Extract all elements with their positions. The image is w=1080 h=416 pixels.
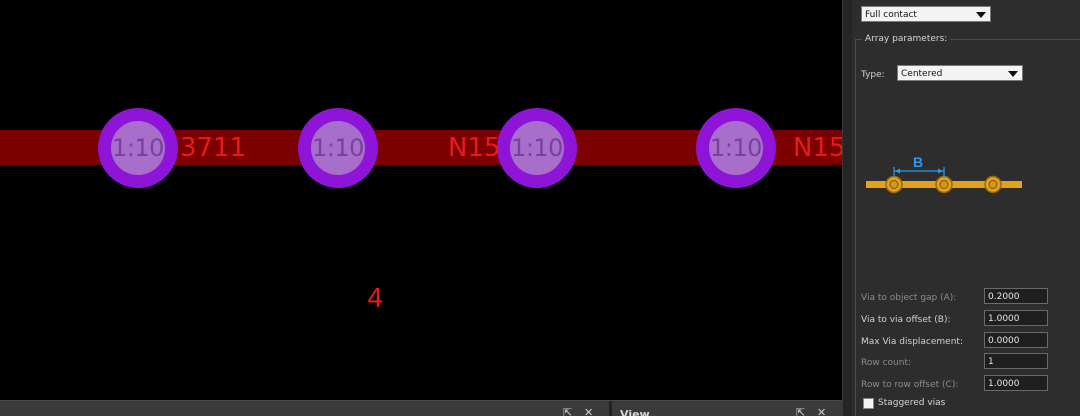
via-layer-label: 1:10 <box>112 134 164 162</box>
offset-dimension-arrow <box>895 168 900 174</box>
via[interactable]: 1:10 <box>497 108 577 188</box>
float-panel-icon[interactable]: ⇱ <box>796 407 805 416</box>
array-type-dropdown[interactable]: Centered <box>897 65 1023 81</box>
connection-style-value: Full contact <box>865 10 917 20</box>
net-label: 3711 <box>180 133 247 163</box>
array-type-label: Type: <box>861 70 885 80</box>
row-count-input[interactable]: 1 <box>984 353 1048 369</box>
view-panel-title: View <box>620 408 650 416</box>
array-type-value: Centered <box>901 69 943 79</box>
via-to-via-offset-input[interactable]: 1.0000 <box>984 310 1048 326</box>
net-label: N15 <box>793 133 842 163</box>
bottom-dock-strip: ⇱ ✕ View ⇱ ✕ <box>0 400 842 416</box>
float-panel-icon[interactable]: ⇱ <box>563 407 572 416</box>
row-to-row-offset-input[interactable]: 1.0000 <box>984 375 1048 391</box>
max-via-displacement-label: Max Via displacement: <box>861 337 963 347</box>
staggered-vias-checkbox[interactable] <box>863 398 874 409</box>
via-layer-label: 1:10 <box>710 134 762 162</box>
via[interactable]: 1:10 <box>696 108 776 188</box>
via-to-object-gap-input[interactable]: 0.2000 <box>984 288 1048 304</box>
row-to-row-offset-label: Row to row offset (C): <box>861 380 959 390</box>
diagram-via-hole <box>988 180 998 189</box>
via[interactable]: 1:10 <box>298 108 378 188</box>
offset-dimension-label: B <box>913 154 923 170</box>
connection-style-dropdown[interactable]: Full contact <box>861 6 991 22</box>
app-window: 1:10 1:10 1:10 1:10 3711 N15 N15 4 ⇱ ✕ V… <box>0 0 1080 416</box>
close-panel-icon[interactable]: ✕ <box>584 407 593 416</box>
via[interactable]: 1:10 <box>98 108 178 188</box>
via-to-object-gap-label: Via to object gap (A): <box>861 293 957 303</box>
row-count-label: Row count: <box>861 358 912 368</box>
chevron-down-icon[interactable] <box>1008 71 1018 77</box>
array-parameters-title: Array parameters: <box>862 34 951 44</box>
via-layer-label: 1:10 <box>312 134 364 162</box>
via-layer-label: 1:10 <box>511 134 563 162</box>
via-stitching-properties-panel: Full contact Array parameters: Type: Cen… <box>852 0 1080 416</box>
via-to-via-offset-label: Via to via offset (B): <box>861 315 951 325</box>
diagram-via-hole <box>889 180 899 189</box>
pad-number: 4 <box>367 284 384 314</box>
centered-array-diagram-icon: B <box>866 154 1022 194</box>
diagram-via-hole <box>939 180 949 189</box>
staggered-vias-label: Staggered vias <box>878 398 946 408</box>
chevron-down-icon[interactable] <box>976 12 986 18</box>
max-via-displacement-input[interactable]: 0.0000 <box>984 332 1048 348</box>
offset-dimension-arrow <box>938 168 943 174</box>
panel-divider[interactable] <box>609 401 612 416</box>
pcb-canvas[interactable]: 1:10 1:10 1:10 1:10 3711 N15 N15 4 <box>0 0 842 400</box>
close-panel-icon[interactable]: ✕ <box>817 407 826 416</box>
net-label: N15 <box>448 133 501 163</box>
